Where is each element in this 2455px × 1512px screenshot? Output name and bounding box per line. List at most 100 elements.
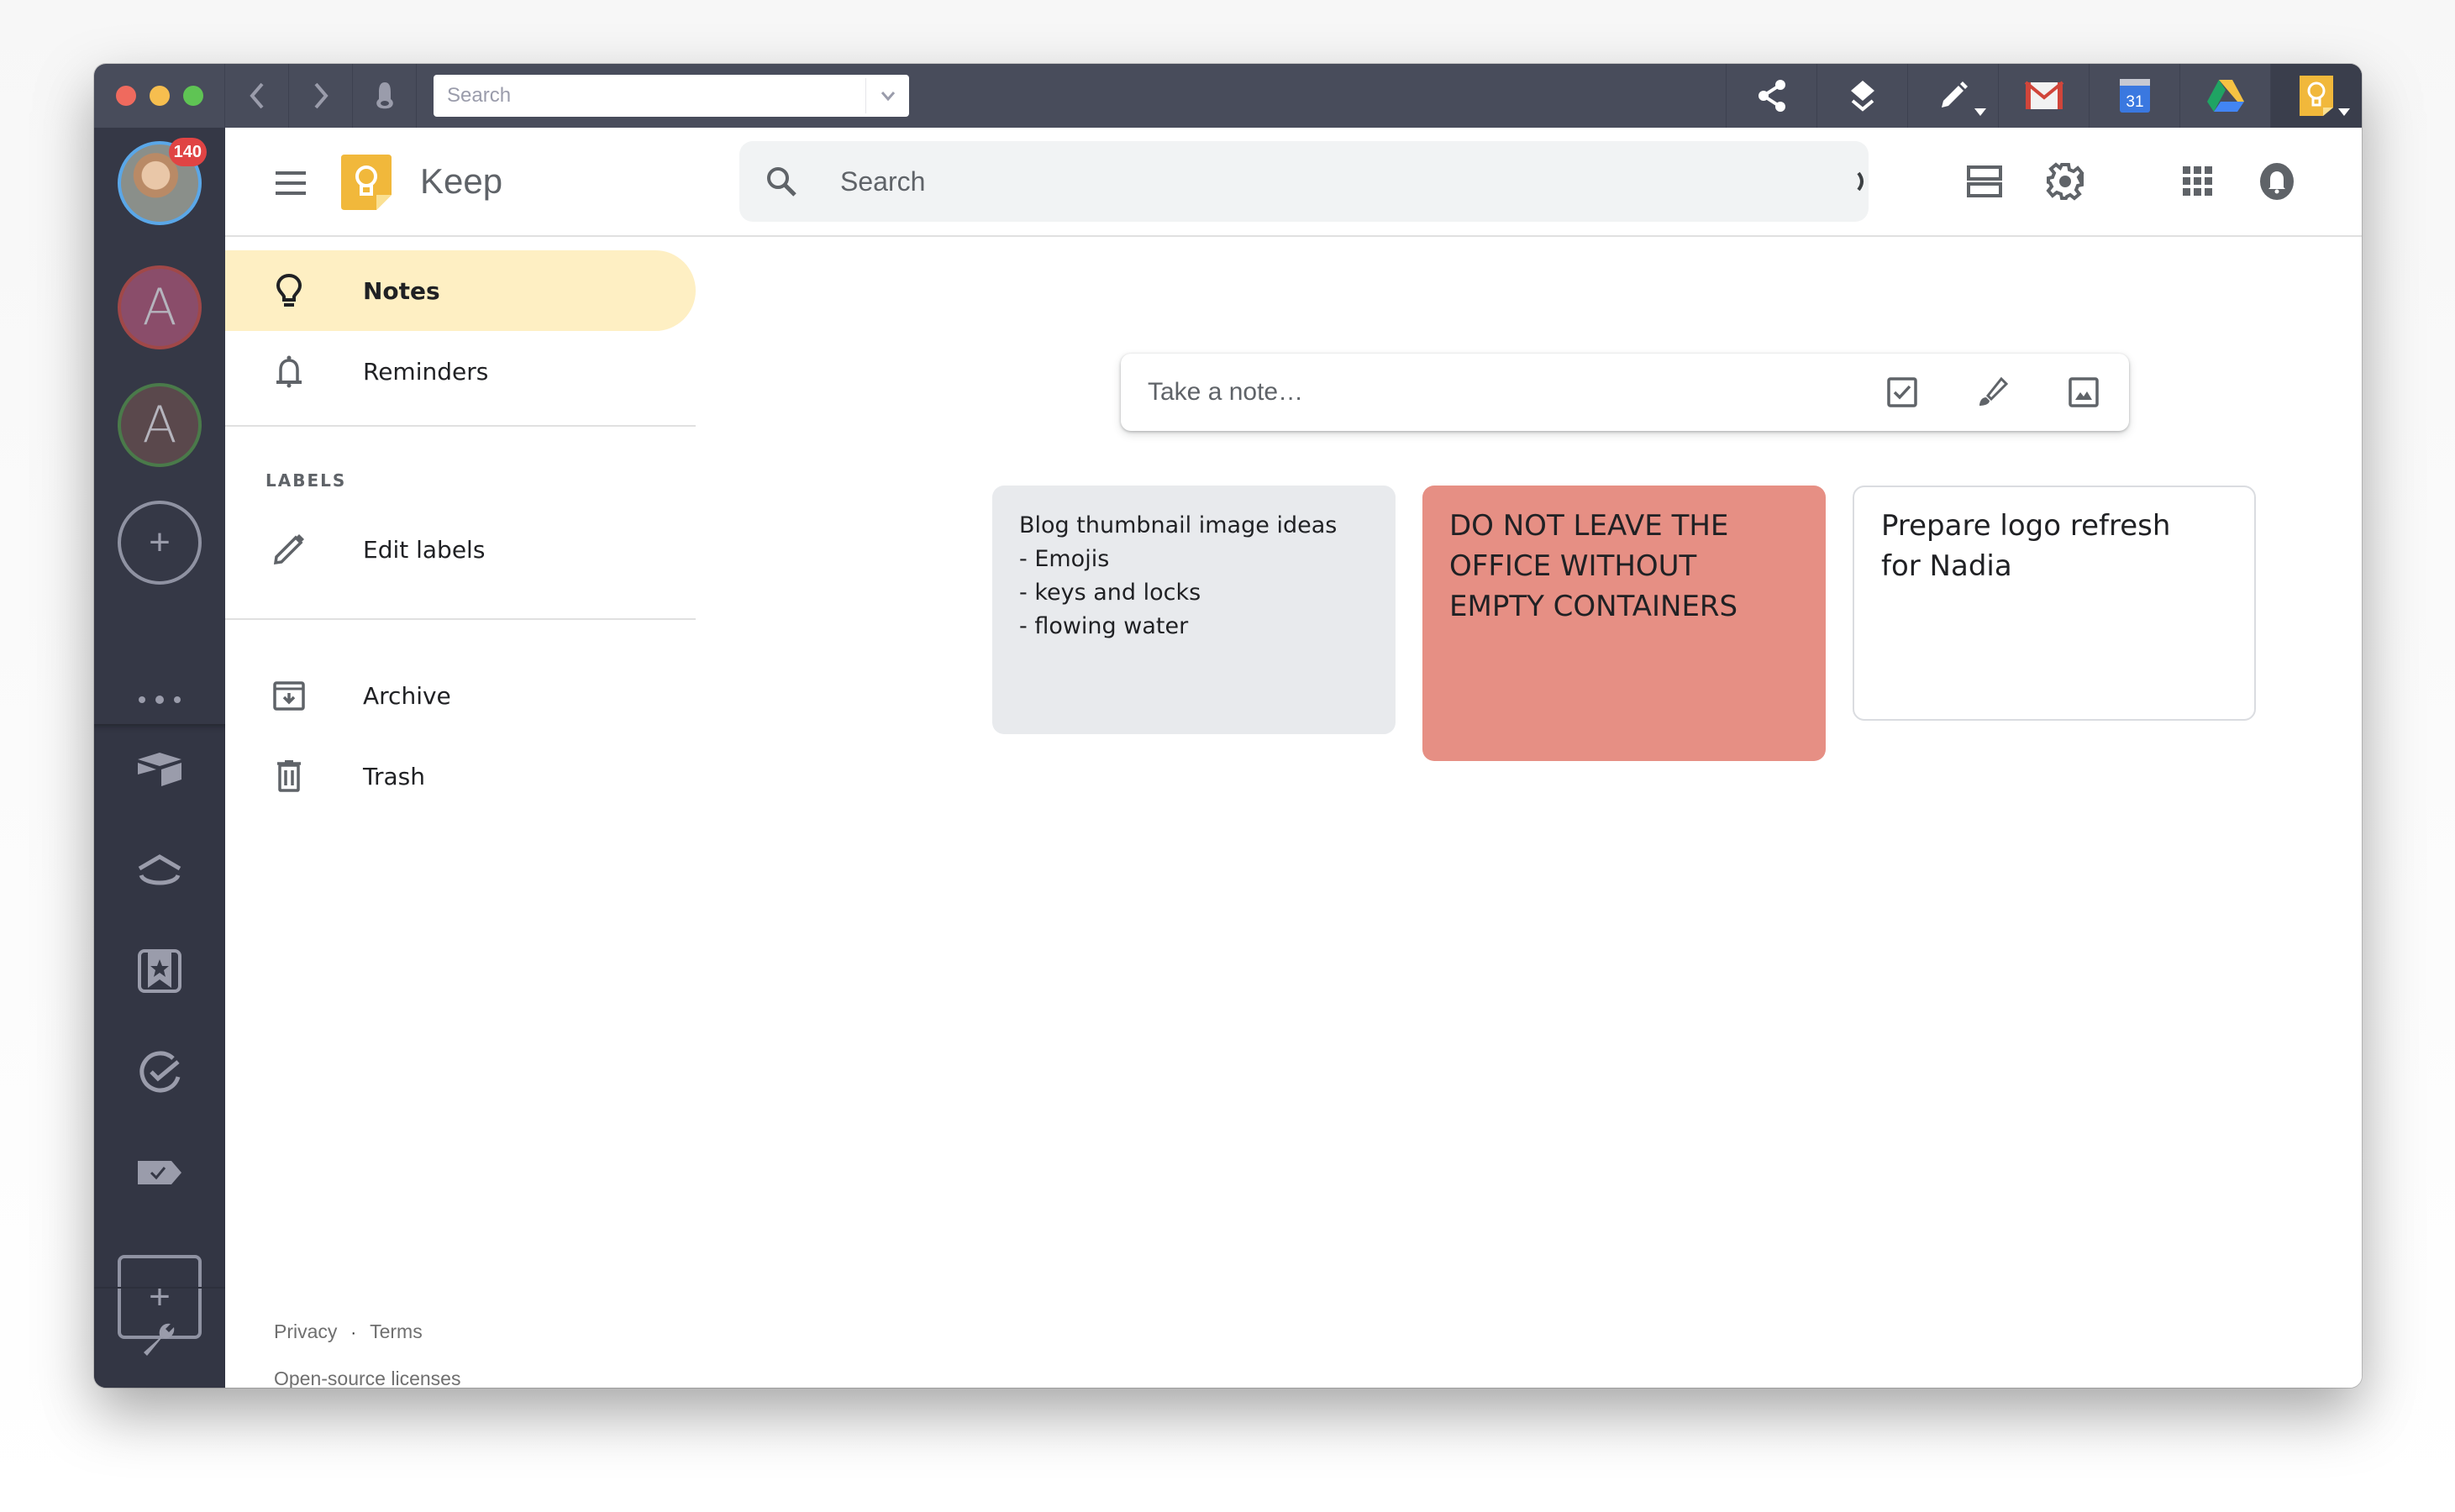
keep-logo[interactable] <box>339 155 393 210</box>
note-line: Blog thumbnail image ideas <box>1019 512 1338 538</box>
drive-icon <box>2206 80 2244 112</box>
list-view-icon <box>1967 165 2002 197</box>
nav-label: Notes <box>363 276 440 305</box>
nav-drawer: Notes Reminders LABELS Edit labels Archi… <box>225 239 696 1388</box>
wrench-icon <box>144 1323 175 1356</box>
toolbar-search <box>434 75 909 117</box>
image-icon <box>2069 377 2099 407</box>
chevron-right-icon <box>313 82 329 109</box>
notifications-button[interactable] <box>2252 156 2302 207</box>
account-a-2[interactable]: A <box>94 383 225 467</box>
nav-item-edit-labels[interactable]: Edit labels <box>225 509 696 590</box>
nav-item-notes[interactable]: Notes <box>225 250 696 331</box>
account-a-1[interactable]: A <box>94 265 225 349</box>
menu-icon-bar <box>276 192 306 195</box>
do-not-disturb-button[interactable] <box>353 64 417 128</box>
toolbar-search-container <box>417 64 926 128</box>
lightbulb-icon <box>269 270 309 311</box>
keep-app-button[interactable] <box>2271 64 2362 128</box>
account-avatar[interactable]: A <box>118 265 202 349</box>
open-source-licenses-link[interactable]: Open-source licenses <box>274 1368 460 1388</box>
nav-item-reminders[interactable]: Reminders <box>225 331 696 412</box>
settings-button[interactable] <box>2040 156 2090 207</box>
back-button[interactable] <box>225 64 289 128</box>
forward-button[interactable] <box>289 64 353 128</box>
archive-icon <box>269 675 309 716</box>
checkbox-icon <box>1887 377 1917 407</box>
nav-item-archive[interactable]: Archive <box>225 655 696 736</box>
close-window-button[interactable] <box>115 86 136 106</box>
add-account-button[interactable]: + <box>94 501 225 585</box>
note-card[interactable]: Blog thumbnail image ideas - Emojis - ke… <box>992 486 1396 734</box>
title-bar: 31 <box>94 64 2362 128</box>
nav-item-trash[interactable]: Trash <box>225 736 696 816</box>
new-image-button[interactable] <box>2038 354 2129 431</box>
link-separator: · <box>350 1324 357 1342</box>
note-line: OFFICE WITHOUT <box>1449 549 1697 583</box>
compose-button[interactable] <box>1908 64 1999 128</box>
note-card[interactable]: DO NOT LEAVE THE OFFICE WITHOUT EMPTY CO… <box>1422 486 1826 761</box>
refresh-button[interactable] <box>1837 156 1887 207</box>
calendar-date: 31 <box>2126 93 2143 111</box>
privacy-link[interactable]: Privacy <box>274 1320 337 1342</box>
notes-search-input[interactable] <box>840 165 1869 197</box>
search-button[interactable] <box>765 165 815 198</box>
nav-label: Trash <box>363 762 425 790</box>
drive-button[interactable] <box>2180 64 2271 128</box>
drawer-divider <box>225 618 696 620</box>
share-icon <box>1758 80 1785 112</box>
calendar-button[interactable]: 31 <box>2090 64 2180 128</box>
share-button[interactable] <box>1727 64 1817 128</box>
google-apps-button[interactable] <box>2173 156 2223 207</box>
tag-check-icon <box>138 1161 181 1184</box>
rail-app-box[interactable] <box>94 744 225 795</box>
toolbar-search-input[interactable] <box>434 75 865 117</box>
more-accounts-button[interactable] <box>94 696 225 704</box>
new-list-button[interactable] <box>1857 354 1948 431</box>
rail-app-bookmarks[interactable] <box>94 946 225 996</box>
app-title: Keep <box>420 161 503 201</box>
minimize-window-button[interactable] <box>149 86 170 106</box>
keep-dropdown-caret[interactable] <box>2338 108 2350 116</box>
menu-icon-bar <box>276 181 306 185</box>
compose-dropdown-caret[interactable] <box>1974 108 1986 116</box>
new-drawing-button[interactable] <box>1948 354 2038 431</box>
gmail-button[interactable] <box>1999 64 2090 128</box>
avatar[interactable]: 140 <box>118 138 207 225</box>
maximize-window-button[interactable] <box>182 86 203 106</box>
more-dots-icon <box>139 696 181 704</box>
settings-tools-button[interactable] <box>94 1287 225 1388</box>
drawer-divider <box>225 425 696 427</box>
account-avatar[interactable]: A <box>118 383 202 467</box>
take-note-input[interactable] <box>1121 378 1857 407</box>
bell-icon <box>2260 163 2294 200</box>
list-view-button[interactable] <box>1959 156 2010 207</box>
labels-heading: LABELS <box>265 470 347 491</box>
nav-label: Reminders <box>363 357 489 386</box>
primary-account[interactable]: 140 <box>94 138 225 225</box>
search-dropdown-button[interactable] <box>865 78 909 113</box>
app-window: 31 140 A A + <box>94 64 2362 1388</box>
main-search-bar <box>739 141 1869 222</box>
main-menu-button[interactable] <box>271 163 311 203</box>
note-card[interactable]: Prepare logo refresh for Nadia <box>1853 486 2256 721</box>
note-line: - keys and locks <box>1019 580 1201 606</box>
layers-button[interactable] <box>1817 64 1908 128</box>
search-icon <box>767 167 796 197</box>
note-line: for Nadia <box>1881 549 2012 583</box>
rail-app-tasks[interactable] <box>94 1047 225 1097</box>
keep-app: Keep Search Notes Reminders LABELS Edit … <box>225 128 2362 1388</box>
nav-label: Edit labels <box>363 535 486 564</box>
notification-badge: 140 <box>168 138 207 166</box>
note-line: DO NOT LEAVE THE <box>1449 509 1729 543</box>
window-controls <box>94 64 225 128</box>
titlebar-spacer <box>926 64 1727 128</box>
chevron-down-icon <box>881 92 895 102</box>
rail-app-labels[interactable] <box>94 1147 225 1198</box>
keep-header: Keep <box>225 128 2362 237</box>
gmail-icon <box>2024 81 2063 109</box>
calendar-icon: 31 <box>2119 79 2150 113</box>
nav-label: Archive <box>363 681 451 710</box>
rail-app-hub[interactable] <box>94 845 225 895</box>
terms-link[interactable]: Terms <box>370 1320 423 1342</box>
